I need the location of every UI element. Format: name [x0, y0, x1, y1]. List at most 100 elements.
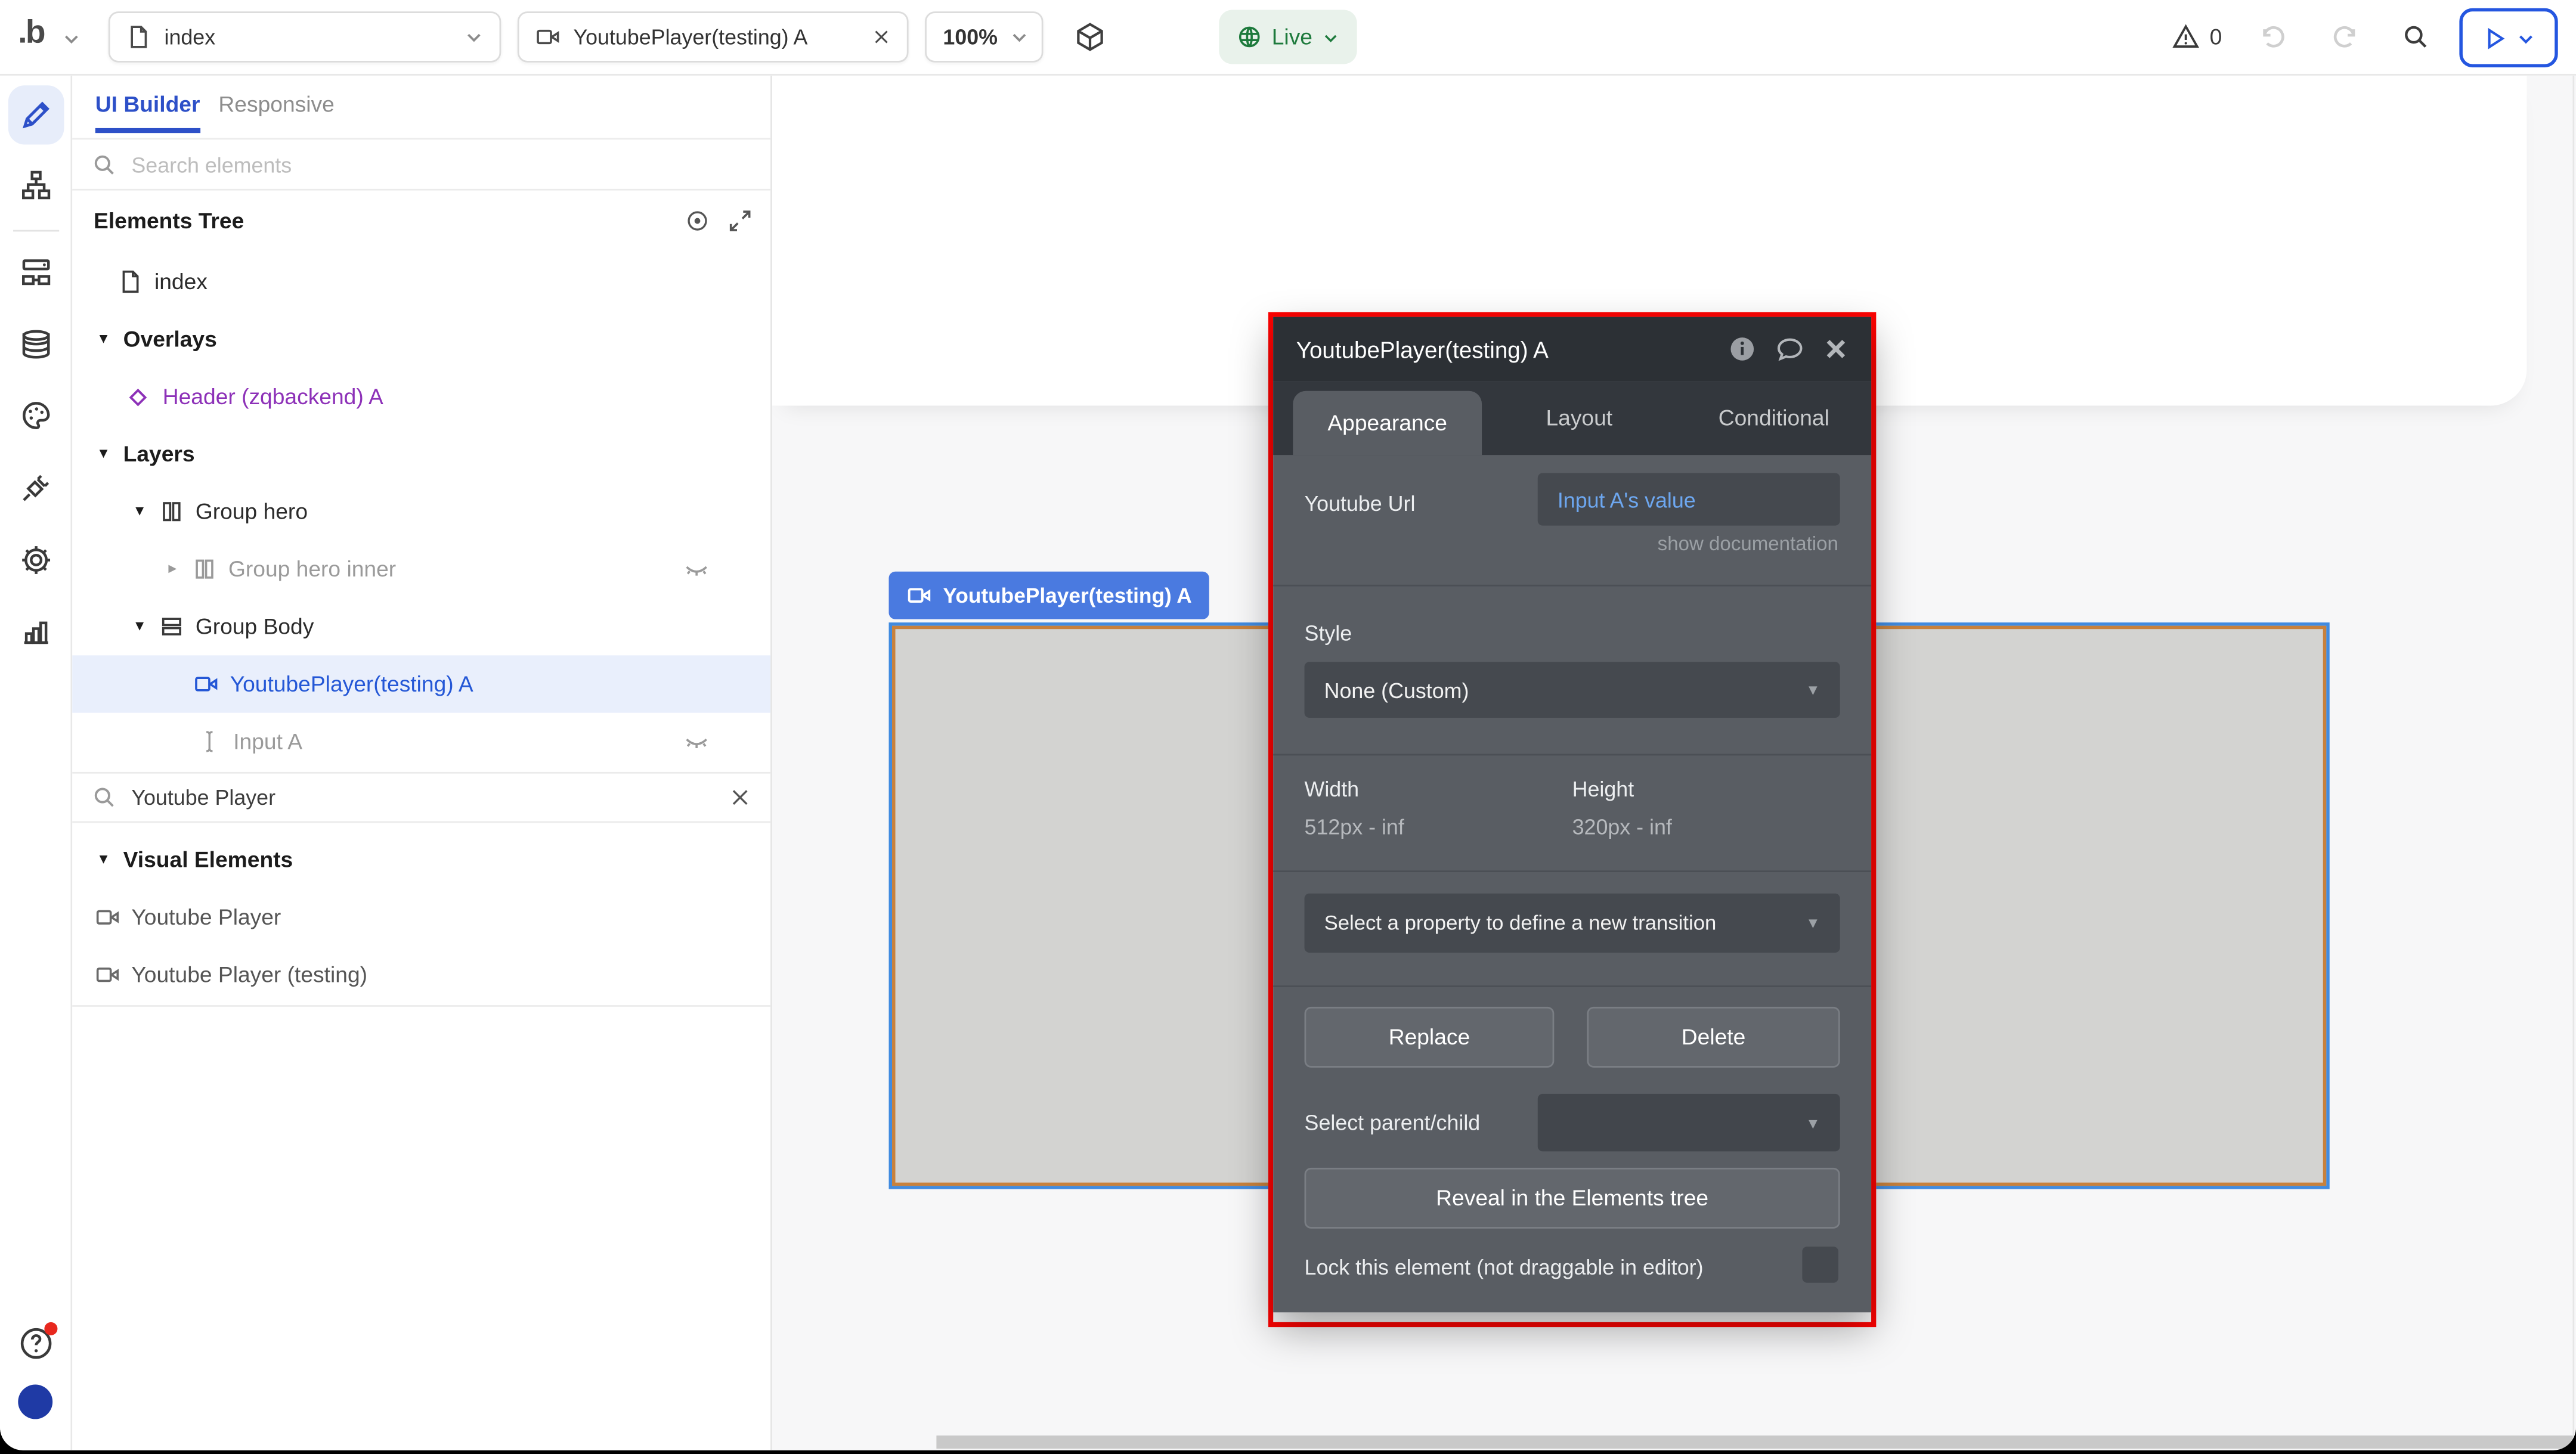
youtube-url-value-field[interactable]: Input A's value [1538, 473, 1840, 525]
element-palette-search-input[interactable] [131, 785, 714, 810]
caret-down-icon[interactable]: ▾ [95, 851, 112, 869]
panel-header[interactable]: YoutubePlayer(testing) A [1273, 317, 1871, 381]
warning-triangle-icon [2172, 23, 2200, 51]
section-divider [1273, 585, 1871, 587]
selected-element-tag[interactable]: YoutubePlayer(testing) A [889, 572, 1210, 619]
close-icon[interactable] [1823, 337, 1848, 361]
caret-down-icon[interactable]: ▾ [95, 445, 112, 463]
tree-section-label: Overlays [123, 327, 217, 351]
tree-item-label: Group Body [196, 614, 314, 638]
transition-property-dropdown[interactable]: Select a property to define a new transi… [1305, 894, 1840, 953]
tree-item-group-hero-inner[interactable]: ▸ Group hero inner [72, 540, 770, 597]
zoom-selector-chevron-icon [1011, 28, 1029, 46]
elements-search-bar[interactable] [72, 139, 770, 190]
workflow-icon[interactable] [20, 169, 52, 202]
sidebar: UI Builder Responsive Elements Tree [72, 76, 772, 1451]
panel-tab-layout[interactable]: Layout [1482, 381, 1676, 455]
tab-responsive[interactable]: Responsive [218, 92, 334, 116]
panel-tab-bar: Appearance Layout Conditional [1273, 381, 1871, 455]
bubble-editor-window: YoutubePlayer(testing) A .b index [0, 0, 2576, 1454]
help-button[interactable] [18, 1325, 54, 1362]
width-value: 512px - inf [1305, 815, 1404, 839]
design-pencil-icon[interactable] [20, 98, 52, 131]
parent-child-dropdown[interactable]: ▼ [1538, 1094, 1840, 1151]
reveal-in-tree-button[interactable]: Reveal in the Elements tree [1305, 1168, 1840, 1229]
panel-tab-conditional[interactable]: Conditional [1677, 381, 1871, 455]
bubble-logo[interactable]: .b [18, 15, 44, 52]
expand-tree-icon[interactable] [728, 209, 753, 233]
zoom-selector-dropdown[interactable]: 100% [925, 11, 1043, 62]
tree-item-group-body[interactable]: ▾ Group Body [72, 598, 770, 655]
tree-item-header-reusable[interactable]: Header (zqbackend) A [72, 368, 770, 425]
style-dropdown-value: None (Custom) [1324, 677, 1806, 702]
horizontal-scrollbar[interactable] [936, 1436, 2576, 1449]
left-icon-rail [0, 76, 72, 1451]
sidebar-tab-bar: UI Builder Responsive [72, 76, 770, 139]
tree-item-group-hero[interactable]: ▾ Group hero [72, 483, 770, 540]
caret-down-icon[interactable]: ▾ [131, 618, 148, 635]
visibility-off-icon[interactable] [683, 556, 710, 582]
tree-section-overlays[interactable]: ▾ Overlays [72, 311, 770, 368]
pages-layers-icon[interactable] [20, 256, 52, 289]
app-window: YoutubePlayer(testing) A .b index [0, 0, 2576, 1451]
visibility-toggle-icon[interactable] [685, 209, 710, 233]
visibility-off-icon[interactable] [683, 728, 710, 755]
group-rows-icon [159, 614, 184, 638]
issues-indicator[interactable]: 0 [2172, 23, 2222, 51]
caret-down-icon[interactable]: ▾ [131, 503, 148, 520]
live-globe-icon [1237, 24, 1262, 49]
reusable-diamond-icon [125, 383, 151, 410]
zoom-selector-value: 100% [943, 24, 998, 49]
element-selector-dropdown[interactable]: YoutubePlayer(testing) A [518, 11, 909, 62]
replace-button[interactable]: Replace [1305, 1007, 1555, 1068]
tree-item-youtube-player-selected[interactable]: YoutubePlayer(testing) A [72, 655, 770, 712]
tree-item-index[interactable]: index [72, 253, 770, 310]
tree-section-layers[interactable]: ▾ Layers [72, 426, 770, 483]
user-avatar[interactable] [18, 1385, 52, 1419]
logo-chevron-down-icon[interactable] [63, 30, 80, 48]
undo-button[interactable] [2259, 23, 2287, 51]
element-selector-value: YoutubePlayer(testing) A [574, 24, 859, 49]
preview-run-button[interactable] [2459, 8, 2558, 67]
page-selector-value: index [165, 24, 452, 49]
component-library-button[interactable] [1075, 21, 1106, 52]
search-icon [92, 152, 116, 176]
info-icon[interactable] [1728, 335, 1756, 363]
live-environment-button[interactable]: Live [1219, 10, 1357, 64]
redo-button[interactable] [2331, 23, 2359, 51]
panel-title: YoutubePlayer(testing) A [1296, 336, 1709, 362]
styles-palette-icon[interactable] [20, 399, 52, 432]
youtube-url-label: Youtube Url [1305, 491, 1416, 516]
settings-gear-icon[interactable] [20, 544, 52, 576]
caret-right-icon[interactable]: ▸ [165, 560, 181, 578]
panel-tab-appearance[interactable]: Appearance [1293, 391, 1482, 455]
video-camera-icon [95, 905, 120, 929]
clear-search-icon[interactable] [729, 787, 751, 808]
cube-icon [1075, 21, 1106, 52]
video-camera-icon [194, 672, 218, 696]
section-divider [1273, 870, 1871, 872]
notification-dot [44, 1322, 57, 1335]
search-icon[interactable] [2402, 23, 2430, 51]
logs-chart-icon[interactable] [20, 614, 52, 647]
delete-button[interactable]: Delete [1587, 1007, 1840, 1068]
video-camera-icon [95, 962, 120, 987]
palette-item-youtube-player-testing[interactable]: Youtube Player (testing) [72, 946, 770, 1003]
comment-bubble-icon[interactable] [1776, 335, 1804, 363]
preview-chevron-down-icon [2517, 29, 2535, 46]
element-palette-search-bar[interactable] [72, 772, 770, 823]
lock-element-checkbox[interactable] [1802, 1247, 1838, 1283]
element-selector-clear-icon[interactable] [872, 28, 890, 46]
tab-ui-builder[interactable]: UI Builder [95, 92, 200, 116]
palette-section-visual-elements[interactable]: ▾ Visual Elements [72, 831, 770, 888]
style-dropdown[interactable]: None (Custom) ▼ [1305, 662, 1840, 718]
show-documentation-link[interactable]: show documentation [1658, 532, 1838, 556]
elements-search-input[interactable] [131, 152, 751, 176]
caret-down-icon[interactable]: ▾ [95, 330, 112, 348]
plugins-icon[interactable] [20, 472, 52, 504]
video-camera-icon [907, 583, 931, 607]
palette-item-youtube-player[interactable]: Youtube Player [72, 889, 770, 946]
page-selector-dropdown[interactable]: index [109, 11, 501, 62]
database-icon[interactable] [20, 328, 52, 361]
tree-item-input-a[interactable]: Input A [72, 713, 770, 770]
